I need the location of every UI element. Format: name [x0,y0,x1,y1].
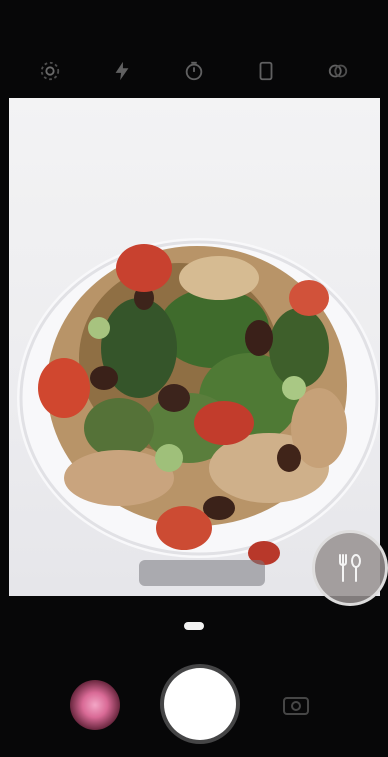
aspect-ratio-icon[interactable] [253,60,279,82]
bottom-controls [0,662,388,746]
camera-mode-selector [0,604,388,648]
salad-plate-image [17,238,380,565]
camera-app [0,0,388,757]
top-toolbar [0,46,388,96]
flash-icon[interactable] [109,60,135,82]
camera-viewfinder[interactable] [9,98,380,596]
mode-item-active[interactable] [184,622,204,630]
fork-spoon-icon [339,554,361,582]
timer-icon[interactable] [181,60,207,82]
switch-camera-icon[interactable] [276,686,316,724]
scene-detection-label [139,560,265,586]
shutter-button[interactable] [164,668,236,740]
gallery-thumbnail-button[interactable] [70,680,120,730]
settings-icon[interactable] [37,60,63,82]
filter-icon[interactable] [325,60,351,82]
food-mode-button[interactable] [312,530,388,606]
status-bar [0,0,388,46]
